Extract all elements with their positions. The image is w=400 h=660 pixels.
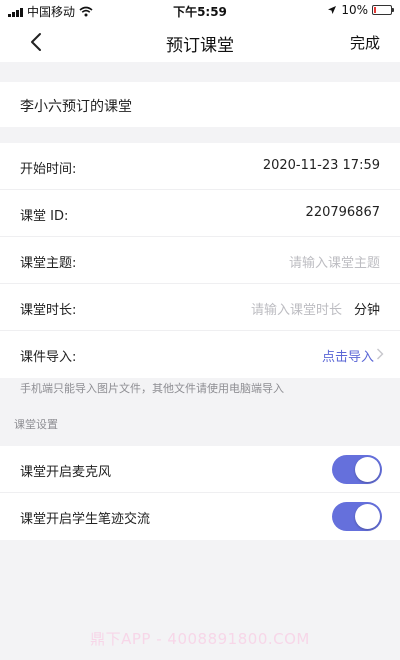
classroom-owner-title: 李小六预订的课堂 <box>20 99 132 115</box>
courseware-row[interactable]: 课件导入: 点击导入 <box>0 331 400 378</box>
start-time-label: 开始时间: <box>20 162 77 177</box>
settings-section-title: 课堂设置 <box>14 418 58 431</box>
watermark: 鼎下APP - 4008891800.COM <box>90 630 310 648</box>
done-button[interactable]: 完成 <box>350 32 380 53</box>
nav-bar: 预订课堂 完成 <box>0 22 400 62</box>
chevron-right-icon[interactable] <box>376 347 384 361</box>
duration-row[interactable]: 课堂时长: 请输入课堂时长 分钟 <box>0 284 400 331</box>
microphone-row: 课堂开启麦克风 <box>0 446 400 493</box>
start-time-value[interactable]: 2020-11-23 17:59 <box>263 158 380 173</box>
page-title: 预订课堂 <box>166 36 234 56</box>
status-bar: 中国移动 下午5:59 10% <box>0 0 400 22</box>
duration-unit: 分钟 <box>353 303 380 318</box>
classroom-details-card: 开始时间: 2020-11-23 17:59 课堂 ID: 220796867 … <box>0 143 400 378</box>
classroom-settings-card: 课堂开启麦克风 课堂开启学生笔迹交流 <box>0 446 400 540</box>
class-id-label: 课堂 ID: <box>20 209 69 224</box>
import-courseware-button[interactable]: 点击导入 <box>322 346 374 365</box>
battery-fill <box>374 7 376 13</box>
duration-input[interactable]: 请输入课堂时长 <box>251 299 342 318</box>
topic-label: 课堂主题: <box>20 256 77 271</box>
toggle-knob <box>355 504 380 529</box>
classroom-owner-card: 李小六预订的课堂 <box>0 82 400 127</box>
toggle-knob <box>355 457 380 482</box>
annotation-toggle[interactable] <box>332 502 382 531</box>
microphone-label: 课堂开启麦克风 <box>20 465 112 480</box>
battery-percent: 10% <box>341 3 368 17</box>
topic-row[interactable]: 课堂主题: 请输入课堂主题 <box>0 237 400 284</box>
annotation-label: 课堂开启学生笔迹交流 <box>20 512 151 527</box>
annotation-row: 课堂开启学生笔迹交流 <box>0 493 400 540</box>
microphone-toggle[interactable] <box>332 455 382 484</box>
courseware-label: 课件导入: <box>20 350 77 365</box>
import-hint: 手机端只能导入图片文件，其他文件请使用电脑端导入 <box>20 382 284 395</box>
start-time-row[interactable]: 开始时间: 2020-11-23 17:59 <box>0 143 400 190</box>
topic-input[interactable]: 请输入课堂主题 <box>289 252 380 271</box>
status-right: 10% <box>327 3 394 17</box>
battery-icon <box>372 5 394 15</box>
class-id-value: 220796867 <box>305 205 380 220</box>
location-arrow-icon <box>328 6 337 14</box>
duration-label: 课堂时长: <box>20 303 77 318</box>
class-id-row: 课堂 ID: 220796867 <box>0 190 400 237</box>
